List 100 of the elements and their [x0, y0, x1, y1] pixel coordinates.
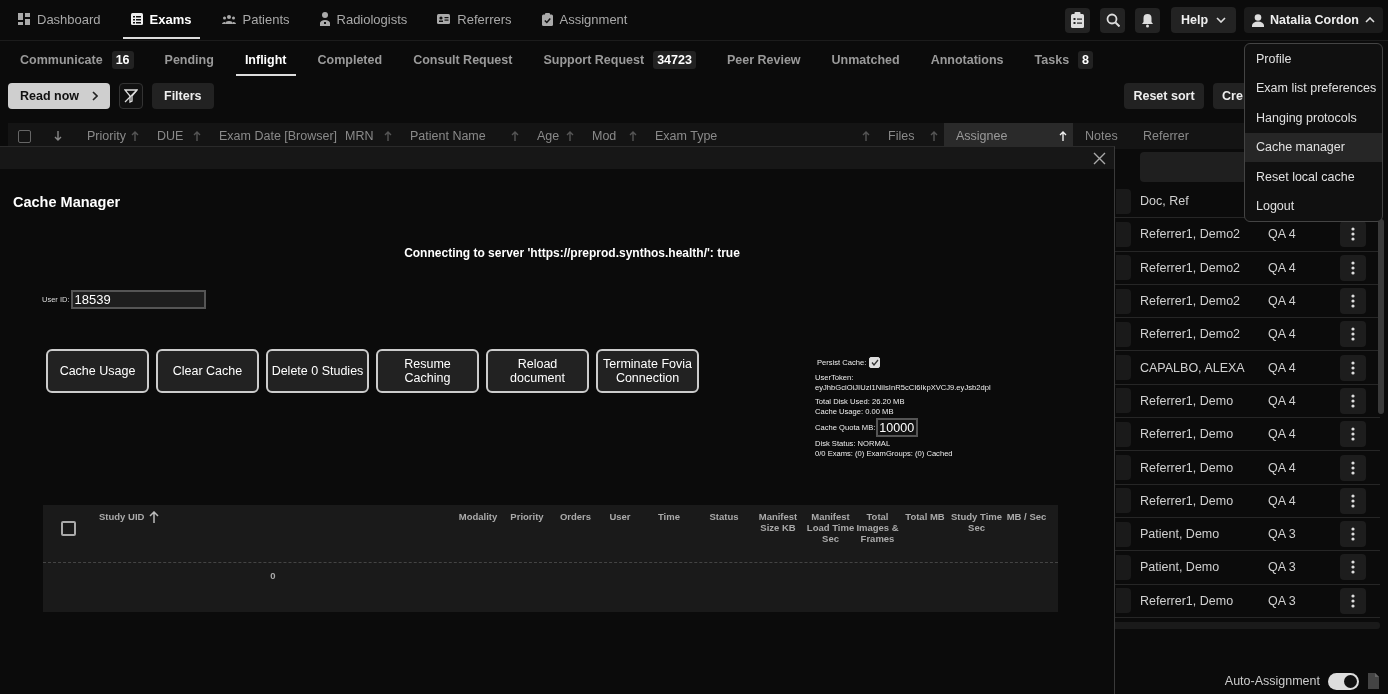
search-button[interactable]: [1100, 7, 1125, 33]
column-header[interactable]: Patient Name: [398, 123, 525, 149]
table-cell-text: Referrer1, Demo: [1139, 493, 1235, 508]
notifications-button[interactable]: [1135, 7, 1160, 33]
column-header[interactable]: Orders: [551, 511, 600, 522]
menu-item[interactable]: Logout: [1245, 191, 1382, 221]
cell-button[interactable]: [1116, 455, 1131, 480]
cell-button[interactable]: [1116, 288, 1131, 314]
action-button[interactable]: Delete 0 Studies: [266, 349, 369, 393]
column-header[interactable]: Status: [698, 511, 750, 522]
more-button[interactable]: [1340, 221, 1366, 248]
more-button[interactable]: [1340, 254, 1366, 281]
tab[interactable]: Inflight: [235, 45, 296, 76]
cell-button[interactable]: [1116, 388, 1131, 414]
nav-tab[interactable]: Assignment: [533, 1, 636, 39]
clear-filters-button[interactable]: [119, 82, 143, 109]
column-header[interactable]: Total Images & Frames: [855, 511, 900, 544]
column-header[interactable]: User: [600, 511, 640, 522]
more-button[interactable]: [1340, 554, 1366, 581]
nav-tab[interactable]: Exams: [122, 1, 200, 39]
column-header[interactable]: Modality: [453, 511, 503, 522]
tab[interactable]: Peer Review: [717, 45, 810, 76]
action-button[interactable]: Resume Caching: [376, 349, 479, 393]
quota-field[interactable]: 10000: [876, 418, 919, 437]
toggle-switch[interactable]: [1328, 672, 1359, 690]
tab[interactable]: Tasks 8: [1025, 45, 1103, 76]
scrollbar[interactable]: [1378, 219, 1384, 414]
menu-item[interactable]: Profile: [1245, 44, 1382, 74]
column-header[interactable]: Priority: [75, 123, 145, 149]
table-cell-text: QA 4: [1267, 427, 1297, 442]
more-button[interactable]: [1340, 454, 1366, 481]
document-icon[interactable]: [1367, 673, 1380, 689]
action-button[interactable]: Terminate Fovia Connection: [596, 349, 699, 393]
action-button[interactable]: Cache Usage: [46, 349, 149, 393]
more-button[interactable]: [1340, 354, 1366, 381]
worklist-button[interactable]: [1065, 7, 1090, 33]
column-header[interactable]: MB / Sec: [1003, 511, 1050, 522]
close-button[interactable]: [1093, 151, 1106, 165]
read-now-button[interactable]: Read now: [8, 82, 110, 109]
menu-item[interactable]: Hanging protocols: [1245, 103, 1382, 133]
column-header[interactable]: Manifest Load Time Sec: [806, 511, 855, 544]
cell-button[interactable]: [1116, 488, 1131, 514]
tab[interactable]: Communicate 16: [11, 45, 143, 76]
more-button[interactable]: [1340, 321, 1366, 348]
menu-item[interactable]: Reset local cache: [1245, 162, 1382, 192]
checkbox[interactable]: [17, 129, 31, 143]
filters-button[interactable]: Filters: [152, 82, 214, 109]
column-header[interactable]: Age: [525, 123, 580, 149]
more-button[interactable]: [1340, 521, 1366, 548]
more-button[interactable]: [1340, 421, 1366, 448]
cell-button[interactable]: [1116, 221, 1131, 247]
tab[interactable]: Consult Request: [404, 45, 522, 76]
action-button[interactable]: Reload document: [486, 349, 589, 393]
cell-button[interactable]: [1116, 421, 1131, 447]
user-menu-button[interactable]: Natalia Cordon: [1244, 7, 1383, 33]
cell-button[interactable]: [1116, 321, 1131, 347]
table-cell-text: Referrer1, Demo2: [1139, 294, 1242, 309]
checkbox[interactable]: [60, 521, 76, 536]
cell-button[interactable]: [1116, 355, 1131, 381]
nav-tab[interactable]: Patients: [213, 1, 298, 39]
tab[interactable]: Unmatched: [822, 45, 909, 76]
cell-button[interactable]: [1116, 554, 1131, 580]
nav-tab[interactable]: Radiologists: [311, 1, 416, 39]
more-button[interactable]: [1340, 387, 1366, 414]
menu-item[interactable]: Exam list preferences: [1245, 73, 1382, 103]
sort-icon[interactable]: [53, 131, 62, 141]
help-button[interactable]: Help: [1171, 7, 1237, 33]
action-button[interactable]: Clear Cache: [156, 349, 259, 393]
more-button[interactable]: [1340, 587, 1366, 614]
reset-sort-button[interactable]: Reset sort: [1124, 82, 1204, 109]
column-header[interactable]: DUE: [145, 123, 207, 149]
tab[interactable]: Annotations: [921, 45, 1013, 76]
column-header[interactable]: Priority: [503, 511, 551, 522]
chevron-right-icon: [92, 90, 98, 101]
cell-button[interactable]: [1116, 188, 1131, 214]
column-header[interactable]: Study Time Sec: [950, 511, 1003, 533]
column-header[interactable]: Mod: [580, 123, 643, 149]
column-header[interactable]: Time: [640, 511, 698, 522]
tab[interactable]: Support Request 34723: [534, 45, 705, 76]
sort-arrow-icon[interactable]: [149, 511, 160, 523]
column-header[interactable]: Notes: [1073, 123, 1131, 149]
nav-tab[interactable]: Dashboard: [10, 1, 109, 39]
tab[interactable]: Completed: [308, 45, 392, 76]
column-header[interactable]: Assignee: [944, 123, 1073, 149]
user-id-field[interactable]: 18539: [70, 290, 206, 309]
column-header[interactable]: Study UID: [99, 511, 145, 522]
menu-item[interactable]: Cache manager: [1245, 132, 1382, 162]
tab[interactable]: Pending: [155, 45, 223, 76]
column-header[interactable]: Files: [876, 123, 944, 149]
cell-button[interactable]: [1116, 521, 1131, 547]
column-header[interactable]: Manifest Size KB: [750, 511, 806, 533]
nav-tab[interactable]: Referrers: [429, 1, 520, 39]
column-header[interactable]: Total MB: [900, 511, 950, 522]
more-button[interactable]: [1340, 487, 1366, 514]
table-cell-text: QA 3: [1267, 560, 1297, 575]
cell-button[interactable]: [1116, 255, 1131, 281]
cell-button[interactable]: [1116, 588, 1131, 614]
create-button[interactable]: Cre: [1213, 82, 1244, 109]
more-button[interactable]: [1340, 288, 1366, 315]
column-header[interactable]: Exam Type: [643, 123, 876, 149]
